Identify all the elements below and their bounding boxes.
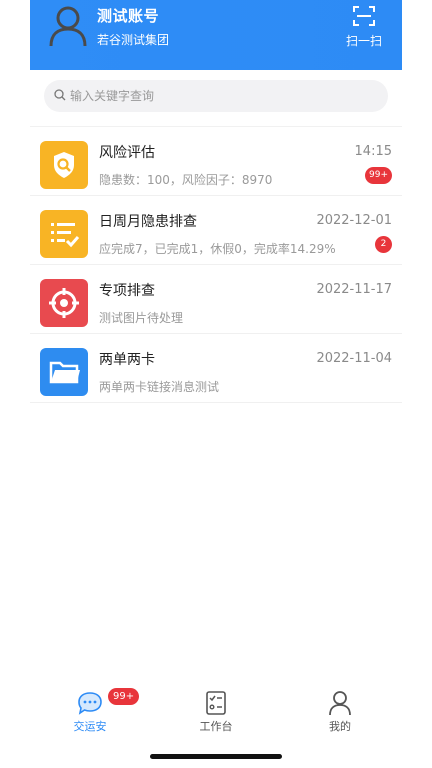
item-subtitle: 隐患数：100，风险因子：8970	[99, 173, 273, 187]
shield-search-icon	[40, 141, 88, 189]
item-title: 专项排查	[99, 283, 155, 299]
scan-icon	[353, 6, 375, 26]
list-item-hazard-check[interactable]: 日周月隐患排查 2022-12-01 应完成7，已完成1，休假0，完成率14.2…	[30, 196, 402, 265]
search-icon	[54, 89, 66, 101]
user-name: 测试账号	[97, 7, 160, 25]
person-icon	[49, 6, 87, 47]
scan-button[interactable]: 扫一扫	[342, 4, 386, 50]
item-title: 日周月隐患排查	[99, 214, 197, 230]
app-header: 测试账号 若谷测试集团 扫一扫	[30, 0, 402, 70]
tab-bar: 交运安 99+ 工作台 我的	[30, 688, 402, 740]
tab-label: 工作台	[199, 720, 233, 733]
item-subtitle: 应完成7，已完成1，休假0，完成率14.29%	[99, 242, 336, 256]
tab-jiaoyunan[interactable]: 交运安 99+	[50, 688, 140, 734]
org-name: 若谷测试集团	[97, 33, 170, 47]
unread-badge: 99+	[108, 688, 140, 705]
list-item-special-check[interactable]: 专项排查 2022-11-17 测试图片待处理	[30, 265, 402, 334]
item-subtitle: 测试图片待处理	[99, 311, 184, 325]
tab-label: 我的	[329, 720, 351, 733]
unread-badge: 99+	[365, 167, 392, 184]
item-time: 2022-11-04	[316, 351, 392, 366]
message-list: 风险评估 14:15 隐患数：100，风险因子：8970 99+ 日周月隐患排查…	[30, 127, 402, 403]
scan-label: 扫一扫	[345, 34, 382, 48]
item-time: 2022-12-01	[316, 213, 392, 228]
tab-workbench[interactable]: 工作台	[176, 690, 256, 734]
chat-icon	[78, 692, 102, 715]
target-icon	[40, 279, 88, 327]
item-subtitle: 两单两卡链接消息测试	[99, 380, 220, 394]
item-title: 风险评估	[99, 145, 155, 161]
unread-badge: 2	[375, 236, 392, 253]
item-time: 14:15	[354, 144, 392, 159]
person-icon	[329, 691, 351, 716]
tab-label: 交运安	[73, 720, 107, 733]
item-title: 两单两卡	[99, 352, 155, 368]
list-item-two-lists-two-cards[interactable]: 两单两卡 2022-11-04 两单两卡链接消息测试	[30, 334, 402, 403]
tab-mine[interactable]: 我的	[300, 690, 380, 734]
clipboard-icon	[206, 691, 226, 715]
search-input[interactable]	[70, 80, 370, 112]
list-item-risk-assessment[interactable]: 风险评估 14:15 隐患数：100，风险因子：8970 99+	[30, 127, 402, 196]
avatar[interactable]	[48, 4, 88, 47]
folder-icon	[40, 348, 88, 396]
home-indicator	[150, 754, 282, 759]
search-bar[interactable]	[44, 80, 388, 112]
item-time: 2022-11-17	[316, 282, 392, 297]
checklist-icon	[40, 210, 88, 258]
